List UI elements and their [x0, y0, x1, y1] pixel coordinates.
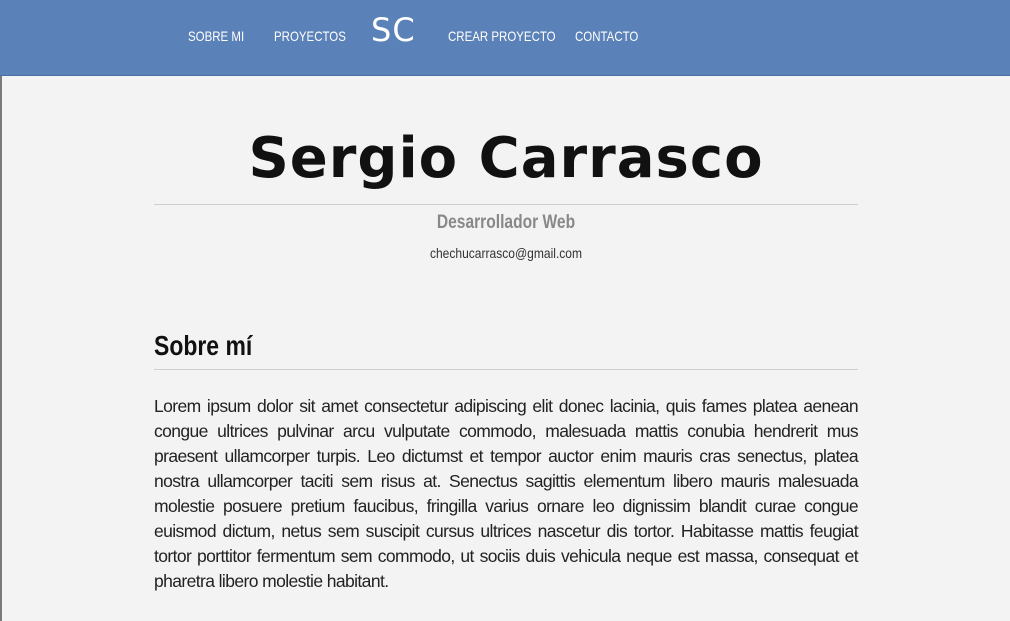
site-logo[interactable]: SC: [371, 14, 416, 46]
section-body-sobre-mi: Lorem ipsum dolor sit amet consectetur a…: [154, 396, 859, 591]
hero-email[interactable]: chechucarrasco@gmail.com: [203, 245, 808, 261]
nav-link-proyectos[interactable]: PROYECTOS: [274, 28, 346, 44]
window-left-border: [0, 0, 2, 621]
hero-role: Desarrollador Web: [436, 212, 576, 233]
hero-name: Sergio Carrasco: [248, 126, 764, 191]
hero-divider: [154, 204, 858, 205]
section-title-sobre-mi: Sobre mí: [154, 330, 253, 361]
nav-link-crear-proyecto[interactable]: CREAR PROYECTO: [448, 28, 556, 44]
nav-link-contacto[interactable]: CONTACTO: [575, 28, 638, 44]
section-divider: [154, 369, 858, 370]
top-navbar: SOBRE MI PROYECTOS SC CREAR PROYECTO CON…: [0, 0, 1010, 76]
nav-link-sobre-mi[interactable]: SOBRE MI: [188, 28, 244, 44]
